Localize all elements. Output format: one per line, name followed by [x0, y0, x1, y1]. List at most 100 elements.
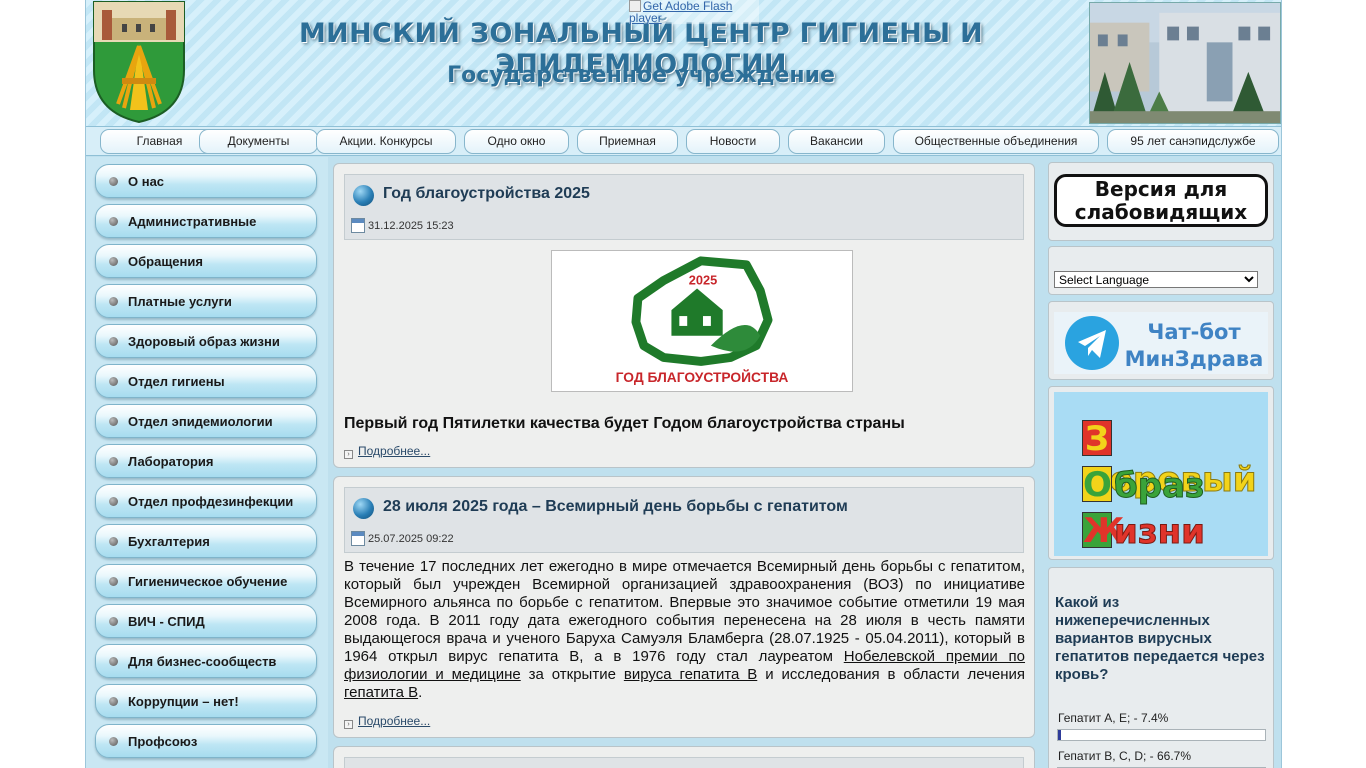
sidebar-menu-item[interactable]: Коррупции – нет! [95, 684, 317, 718]
bullet-icon [109, 417, 118, 426]
article-text: за открытие [520, 666, 624, 683]
sidebar-menu-item[interactable]: Гигиеническое обучение [95, 564, 317, 598]
arrow-right-icon: › [344, 450, 353, 459]
sidebar-menu-item[interactable]: О нас [95, 164, 317, 198]
chatbot-line2: МинЗдрава [1125, 347, 1264, 371]
sidebar-menu-item[interactable]: Отдел эпидемиологии [95, 404, 317, 438]
poll-question: Какой из нижеперечисленных вариантов вир… [1055, 594, 1265, 683]
article-title[interactable]: 28 июля 2025 года – Всемирный день борьб… [383, 498, 848, 516]
healthy-lifestyle-banner[interactable]: Здоровый Образ Жизни [1054, 392, 1268, 556]
sidebar-menu-label: Здоровый образ жизни [128, 334, 280, 349]
city-coat-of-arms-icon [93, 1, 185, 124]
sidebar-menu-item[interactable]: Отдел гигиены [95, 364, 317, 398]
article-header [344, 757, 1024, 768]
bullet-icon [109, 257, 118, 266]
zozh-row: Здоровый [1082, 420, 1268, 501]
news-article [333, 746, 1035, 768]
nav-documents[interactable]: Документы [199, 129, 318, 154]
sidebar-menu-label: Профсоюз [128, 734, 198, 749]
read-more-label: Подробнее... [358, 714, 431, 728]
sidebar-menu-label: О нас [128, 174, 165, 189]
language-select[interactable]: Select Language [1054, 271, 1258, 288]
top-navigation: Главная Документы Акции. Конкурсы Одно о… [86, 126, 1281, 156]
language-box: Select Language [1048, 246, 1274, 295]
bullet-icon [109, 457, 118, 466]
site-subtitle: Государственное учреждение [447, 63, 835, 88]
poll-option-label: Гепатит В, С, D; - 66.7% [1058, 749, 1192, 763]
bullet-icon [109, 217, 118, 226]
zozh-word: изни [1114, 512, 1206, 553]
globe-icon [353, 185, 374, 206]
zozh-letter: З [1082, 420, 1112, 457]
read-more-link[interactable]: › Подробнее... [344, 444, 430, 459]
year-of-improvement-logo[interactable]: 2025 ГОД БЛАГОУСТРОЙСТВА [551, 250, 853, 392]
sidebar-menu-label: Бухгалтерия [128, 534, 210, 549]
nav-promotions-contests[interactable]: Акции. Конкурсы [316, 129, 456, 154]
nav-reception[interactable]: Приемная [577, 129, 678, 154]
sidebar-menu-label: Гигиеническое обучение [128, 574, 288, 589]
sidebar-menu-label: Платные услуги [128, 294, 232, 309]
arrow-right-icon: › [344, 720, 353, 729]
bullet-icon [109, 377, 118, 386]
sidebar-menu-item[interactable]: Платные услуги [95, 284, 317, 318]
sidebar-menu-item[interactable]: Отдел профдезинфекции [95, 484, 317, 518]
bullet-icon [109, 657, 118, 666]
sidebar-menu-label: Отдел профдезинфекции [128, 494, 294, 509]
bullet-icon [109, 697, 118, 706]
bullet-icon [109, 337, 118, 346]
news-article: 28 июля 2025 года – Всемирный день борьб… [333, 476, 1035, 738]
sidebar-menu-item[interactable]: Для бизнес-сообществ [95, 644, 317, 678]
calendar-icon [351, 531, 365, 546]
sidebar-menu-item[interactable]: Лаборатория [95, 444, 317, 478]
bullet-icon [109, 497, 118, 506]
nav-public-associations[interactable]: Общественные объединения [893, 129, 1099, 154]
zozh-word: браз [1114, 466, 1206, 507]
calendar-icon [351, 218, 365, 233]
article-body: В течение 17 последних лет ежегодно в ми… [344, 558, 1025, 702]
sidebar-menu-item[interactable]: Бухгалтерия [95, 524, 317, 558]
nav-vacancies[interactable]: Вакансии [788, 129, 885, 154]
left-sidebar: О нас Административные Обращения Платные ус… [86, 157, 328, 768]
sidebar-menu-item[interactable]: Здоровый образ жизни [95, 324, 317, 358]
sidebar-menu-label: Отдел эпидемиологии [128, 414, 273, 429]
zozh-letter: О [1082, 465, 1112, 505]
read-more-link[interactable]: › Подробнее... [344, 714, 430, 729]
nav-one-window[interactable]: Одно окно [464, 129, 569, 154]
zozh-row: Образ [1082, 465, 1206, 507]
flash-player-link[interactable]: Get Adobe Flash player [629, 0, 759, 24]
chatbot-box: Чат-бот МинЗдрава [1048, 301, 1274, 380]
sidebar-menu-item[interactable]: ВИЧ - СПИД [95, 604, 317, 638]
sidebar-menu-item[interactable]: Административные [95, 204, 317, 238]
sidebar-menu-label: Административные [128, 214, 257, 229]
sidebar-menu-label: Отдел гигиены [128, 374, 225, 389]
article-header: 28 июля 2025 года – Всемирный день борьб… [344, 487, 1024, 553]
news-article: Год благоустройства 2025 31.12.2025 15:2… [333, 163, 1035, 468]
bullet-icon [109, 737, 118, 746]
article-text: . [418, 684, 423, 701]
poll-result-bar [1057, 729, 1266, 741]
minzdrav-chatbot-banner[interactable]: Чат-бот МинЗдрава [1054, 312, 1268, 374]
right-sidebar: Версия для слабовидящих Select Language … [1042, 157, 1281, 768]
building-photo [1089, 2, 1281, 124]
hepatitis-b-virus-link[interactable]: вируса гепатита B [624, 666, 757, 683]
nav-95-years[interactable]: 95 лет санэпидслужбе [1107, 129, 1279, 154]
article-lead: Первый год Пятилетки качества будет Годо… [344, 415, 905, 432]
sidebar-menu-item[interactable]: Профсоюз [95, 724, 317, 758]
poll-box: Какой из нижеперечисленных вариантов вир… [1048, 567, 1274, 768]
telegram-icon [1065, 316, 1119, 370]
hepatitis-b-link[interactable]: гепатита B [344, 684, 418, 701]
sidebar-menu-item[interactable]: Обращения [95, 244, 317, 278]
flash-player-alt-text: Get Adobe Flash player [629, 0, 733, 25]
article-title[interactable]: Год благоустройства 2025 [383, 185, 590, 203]
sidebar-menu-label: Лаборатория [128, 454, 214, 469]
nav-news[interactable]: Новости [686, 129, 780, 154]
sidebar-menu-label: Для бизнес-сообществ [128, 654, 277, 669]
sidebar-menu-label: ВИЧ - СПИД [128, 614, 205, 629]
low-vision-version-button[interactable]: Версия для слабовидящих [1054, 174, 1268, 227]
article-text: и исследования в области лечения [757, 666, 1025, 683]
article-date: 31.12.2025 15:23 [368, 220, 454, 232]
logo-year-text: 2025 [689, 273, 717, 288]
bullet-icon [109, 617, 118, 626]
chatbot-line1: Чат-бот [1147, 320, 1241, 344]
site-header: МИНСКИЙ ЗОНАЛЬНЫЙ ЦЕНТР ГИГИЕНЫ И ЭПИДЕМ… [86, 0, 1281, 126]
